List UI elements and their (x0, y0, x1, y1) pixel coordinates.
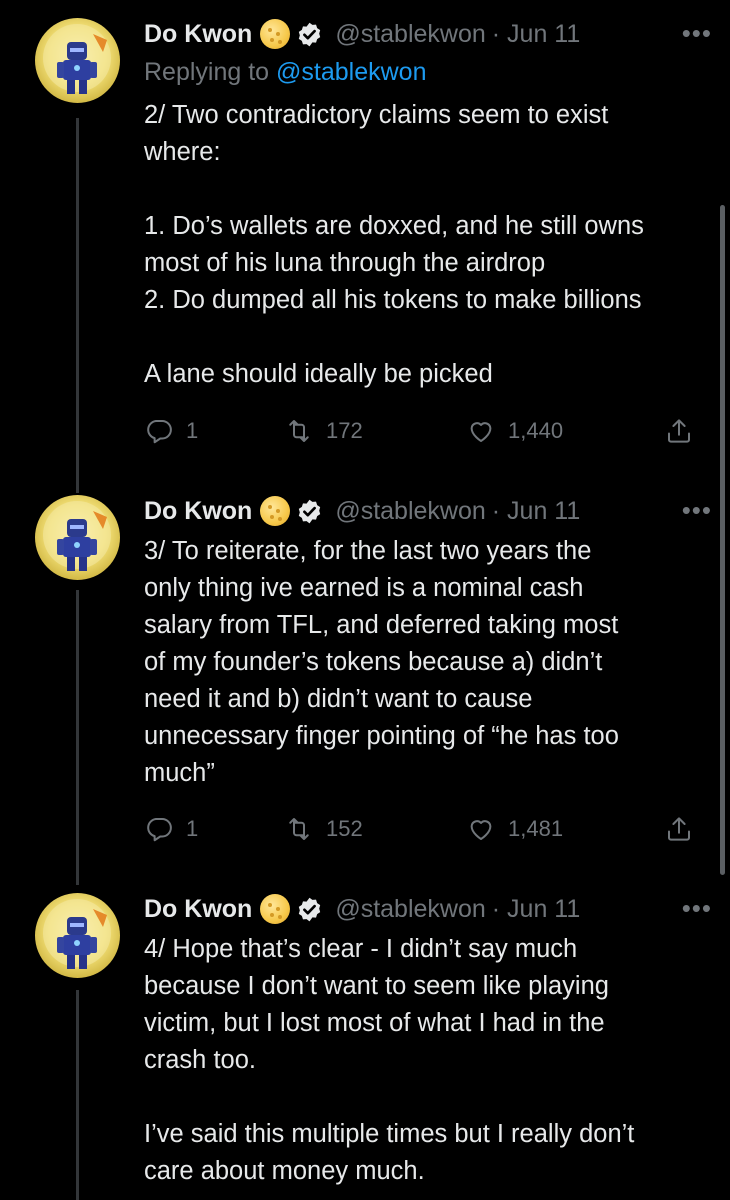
retweet-icon (289, 818, 309, 840)
avatar[interactable] (35, 18, 120, 103)
reply-icon (147, 420, 172, 444)
retweet-icon (289, 420, 309, 442)
like-count: 1,481 (508, 816, 564, 841)
reply-button[interactable]: 1 (144, 814, 198, 844)
tweet-header: Do Kwon @stablekwon · Jun 11 (144, 493, 710, 529)
tweet-header: Do Kwon @stablekwon · Jun 11 (144, 891, 710, 927)
more-dots-icon[interactable]: ••• (682, 893, 712, 924)
replying-label: Replying to (144, 58, 277, 86)
scrollbar[interactable] (720, 205, 725, 875)
verified-badge-icon (299, 499, 321, 523)
tweet-date[interactable]: · Jun 11 (492, 895, 580, 924)
avatar[interactable] (35, 893, 120, 978)
tweet-date[interactable]: · Jun 11 (492, 497, 580, 526)
share-icon (668, 817, 690, 841)
share-button[interactable] (664, 416, 706, 446)
like-button[interactable]: 1,440 (466, 416, 563, 446)
author-handle[interactable]: @stablekwon (335, 20, 485, 49)
share-button[interactable] (664, 814, 706, 844)
reply-icon (147, 818, 172, 842)
tweet[interactable]: Do Kwon @stablekwon · Jun 11 ••• Replyin… (0, 0, 730, 490)
replying-to: Replying to @stablekwon (144, 58, 426, 87)
author-handle[interactable]: @stablekwon (335, 497, 485, 526)
verified-badge-icon (299, 897, 321, 921)
reply-count: 1 (186, 418, 199, 443)
tweet-header: Do Kwon @stablekwon · Jun 11 (144, 16, 710, 52)
full-moon-emoji-icon (260, 496, 291, 526)
heart-icon (470, 422, 492, 442)
action-bar: 1 172 1,440 (144, 416, 704, 452)
full-moon-emoji-icon (260, 19, 291, 49)
heart-icon (470, 820, 492, 840)
like-button[interactable]: 1,481 (466, 814, 563, 844)
verified-badge-icon (299, 22, 321, 46)
full-moon-emoji-icon (260, 894, 291, 924)
reply-button[interactable]: 1 (144, 416, 198, 446)
tweet[interactable]: Do Kwon @stablekwon · Jun 11 ••• 3/ To r… (0, 490, 730, 890)
author-name[interactable]: Do Kwon (144, 497, 252, 526)
more-dots-icon[interactable]: ••• (682, 18, 712, 49)
more-dots-icon[interactable]: ••• (682, 495, 712, 526)
reply-count: 1 (186, 816, 199, 841)
retweet-button[interactable]: 152 (284, 814, 363, 844)
tweet-date[interactable]: · Jun 11 (492, 20, 580, 49)
share-icon (668, 419, 690, 443)
retweet-button[interactable]: 172 (284, 416, 363, 446)
tweet-text: 2/ Two contradictory claims seem to exis… (144, 101, 644, 388)
like-count: 1,440 (508, 418, 564, 443)
author-name[interactable]: Do Kwon (144, 20, 252, 49)
author-handle[interactable]: @stablekwon (335, 895, 485, 924)
retweet-count: 152 (326, 816, 363, 841)
action-bar: 1 152 1,481 (144, 814, 704, 850)
avatar[interactable] (35, 495, 120, 580)
tweet[interactable]: Do Kwon @stablekwon · Jun 11 ••• 4/ Hope… (0, 890, 730, 1200)
author-name[interactable]: Do Kwon (144, 895, 252, 924)
replying-handle-link[interactable]: @stablekwon (276, 58, 426, 86)
tweet-text: 3/ To reiterate, for the last two years … (144, 537, 619, 787)
tweet-text: 4/ Hope that’s clear - I didn’t say much… (144, 935, 635, 1185)
retweet-count: 172 (326, 418, 363, 443)
